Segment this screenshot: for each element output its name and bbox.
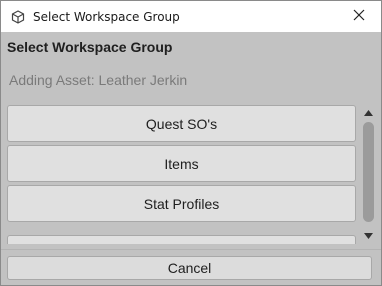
close-button[interactable]: [337, 1, 381, 32]
unity-cube-icon: [10, 9, 26, 25]
window-title: Select Workspace Group: [33, 9, 180, 24]
cancel-button[interactable]: Cancel: [7, 256, 372, 280]
close-icon: [353, 8, 365, 26]
group-button-items[interactable]: Items: [7, 145, 356, 182]
adding-asset-label: Adding Asset: Leather Jerkin: [9, 72, 188, 88]
vertical-scrollbar[interactable]: [360, 104, 377, 244]
group-button-quest-sos[interactable]: Quest SO's: [7, 105, 356, 142]
scroll-down-button[interactable]: [360, 228, 377, 242]
scroll-thumb[interactable]: [363, 122, 374, 222]
workspace-group-list[interactable]: Quest SO's Items Stat Profiles: [1, 104, 381, 244]
dialog-content: Select Workspace Group Adding Asset: Lea…: [1, 32, 381, 285]
footer-divider: [1, 249, 381, 250]
title-bar[interactable]: Select Workspace Group: [1, 1, 381, 32]
arrow-up-icon: [364, 103, 373, 121]
scroll-up-button[interactable]: [360, 105, 377, 119]
dialog-heading: Select Workspace Group: [7, 39, 173, 55]
group-button-stat-profiles[interactable]: Stat Profiles: [7, 185, 356, 222]
group-button-partial[interactable]: [7, 235, 356, 244]
arrow-down-icon: [364, 226, 373, 244]
dialog-window: Select Workspace Group Select Workspace …: [0, 0, 382, 286]
